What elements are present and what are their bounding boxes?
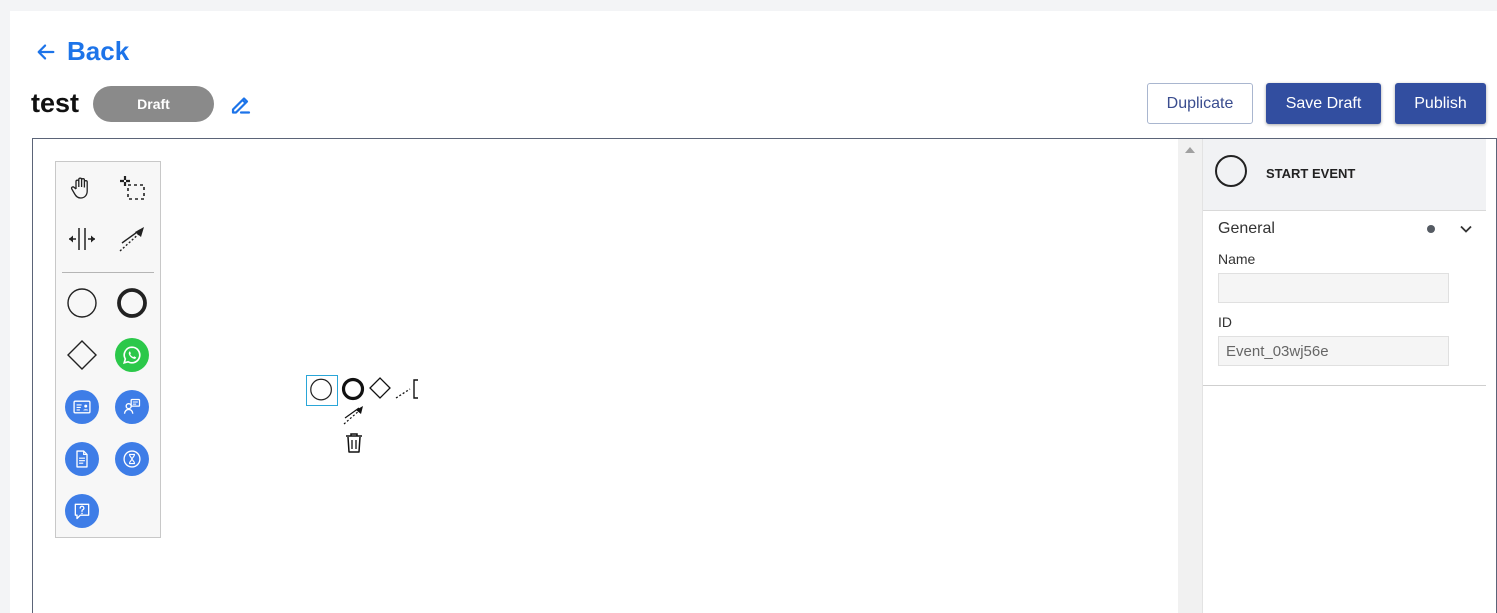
name-label: Name (1218, 251, 1256, 267)
back-link[interactable]: Back (35, 36, 129, 67)
hand-tool[interactable] (64, 170, 100, 206)
connect-icon (119, 227, 144, 252)
lasso-icon (120, 176, 145, 200)
question-tool[interactable] (64, 493, 100, 529)
contact-card-badge (65, 390, 99, 424)
context-annotation-icon[interactable] (394, 377, 420, 401)
id-field[interactable] (1218, 336, 1449, 366)
end-event-tool[interactable] (114, 285, 150, 321)
start-event-icon (1215, 155, 1247, 187)
whatsapp-tool[interactable] (114, 337, 150, 373)
agent-tool[interactable] (114, 389, 150, 425)
space-icon (69, 228, 95, 250)
document-tool[interactable] (64, 441, 100, 477)
trash-icon[interactable] (343, 431, 365, 455)
element-type-label: START EVENT (1266, 166, 1356, 181)
status-badge: Draft (93, 86, 214, 122)
hourglass-icon (123, 450, 141, 468)
group-general-header[interactable]: General (1218, 220, 1275, 238)
save-draft-button[interactable]: Save Draft (1266, 83, 1381, 124)
context-connect-icon[interactable] (341, 403, 365, 427)
group-data-indicator (1427, 225, 1435, 233)
name-field[interactable] (1218, 273, 1449, 303)
space-tool[interactable] (64, 221, 100, 257)
panel-divider (1203, 385, 1486, 386)
hand-icon (70, 177, 88, 199)
lasso-tool[interactable] (114, 170, 150, 206)
question-badge (65, 494, 99, 528)
canvas-scrollbar[interactable] (1178, 139, 1202, 613)
global-connect-tool[interactable] (114, 221, 150, 257)
page-title: test (31, 88, 80, 118)
end-event-icon (117, 288, 147, 318)
id-card-icon (73, 400, 91, 414)
gateway-icon (67, 340, 97, 370)
properties-panel: START EVENT General Name ID (1202, 139, 1486, 613)
palette-separator (62, 272, 154, 273)
start-event-icon (67, 288, 97, 318)
pencil-icon[interactable] (229, 92, 253, 116)
scroll-up-icon[interactable] (1185, 147, 1195, 153)
arrow-left-icon (37, 43, 55, 60)
properties-header: START EVENT (1203, 139, 1486, 211)
tool-palette (55, 161, 161, 538)
whatsapp-badge (115, 338, 149, 372)
question-icon (74, 503, 90, 520)
context-end-event-icon[interactable] (341, 376, 367, 402)
context-gateway-icon[interactable] (367, 375, 393, 401)
selected-start-event[interactable] (306, 375, 338, 406)
document-icon (76, 450, 88, 468)
agent-icon (123, 398, 141, 414)
timer-badge (115, 442, 149, 476)
document-badge (65, 442, 99, 476)
timer-tool[interactable] (114, 441, 150, 477)
agent-badge (115, 390, 149, 424)
whatsapp-icon (123, 346, 141, 364)
start-event-shape-icon (310, 378, 332, 401)
back-label: Back (67, 36, 130, 66)
contact-card-tool[interactable] (64, 389, 100, 425)
id-label: ID (1218, 314, 1232, 330)
duplicate-button[interactable]: Duplicate (1147, 83, 1253, 124)
publish-button[interactable]: Publish (1395, 83, 1486, 124)
gateway-tool[interactable] (64, 337, 100, 373)
start-event-tool[interactable] (64, 285, 100, 321)
chevron-down-icon[interactable] (1459, 222, 1473, 236)
